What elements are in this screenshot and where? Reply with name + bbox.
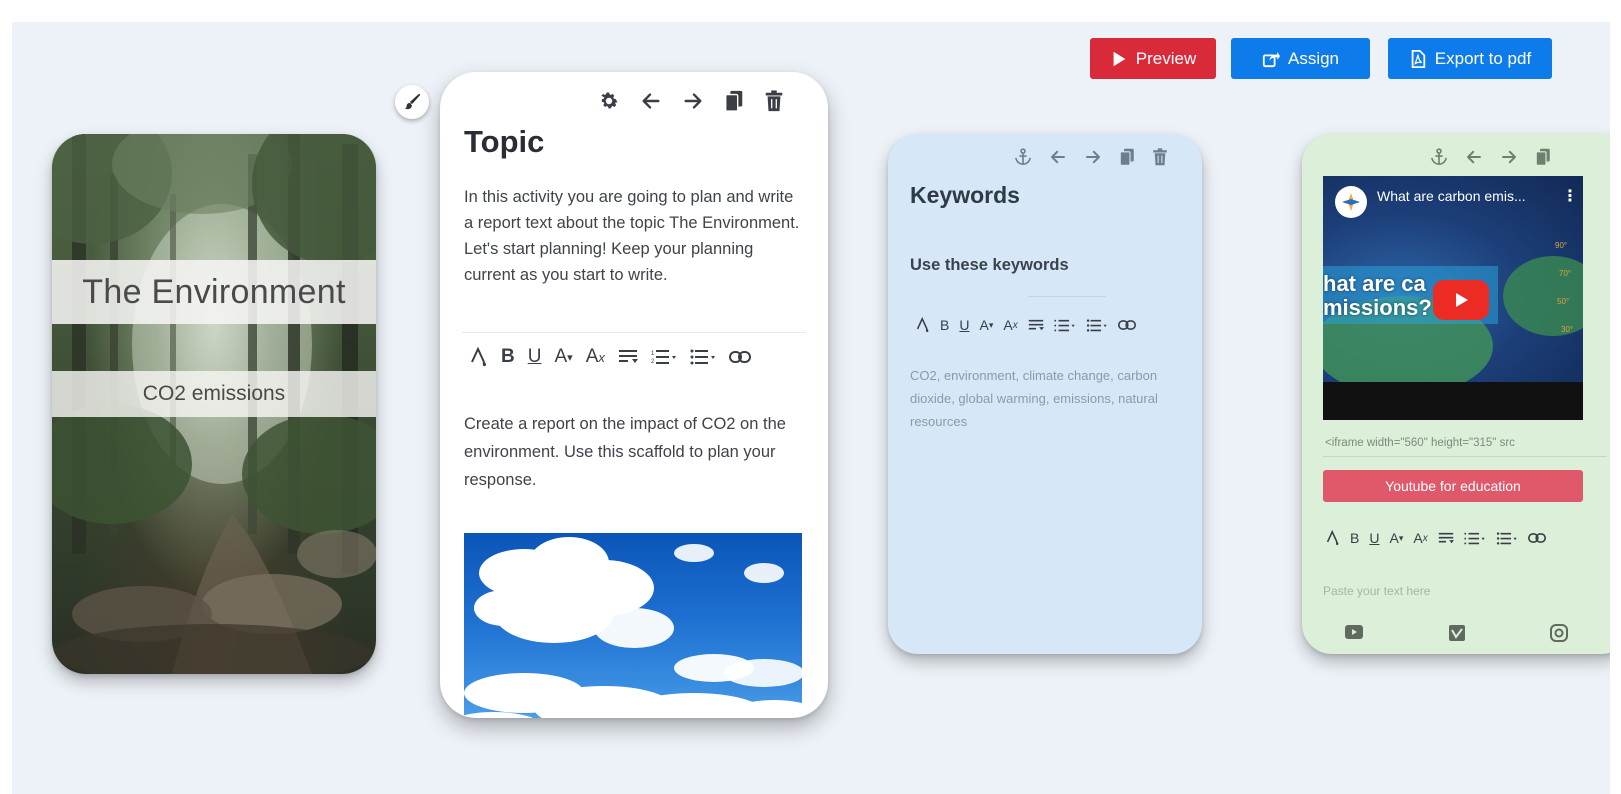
arrow-right-icon[interactable] [1084,148,1102,166]
arrow-left-icon[interactable] [1049,148,1067,166]
export-pdf-button[interactable]: Export to pdf [1388,38,1552,79]
cover-title: The Environment [52,260,376,324]
topic-card[interactable]: Topic In this activity you are going to … [440,72,828,718]
svg-text:90°: 90° [1555,241,1567,250]
ordered-list-icon[interactable] [1054,319,1076,332]
topic-editor-toolbar: B U A ▾ Ax 12 [470,346,751,368]
clear-format-icon[interactable]: Ax [1003,317,1017,333]
link-icon[interactable] [1527,532,1546,544]
editor-canvas: Preview Assign Export to pdf The Environ… [12,22,1610,794]
bold-icon[interactable]: B [501,346,515,368]
bold-icon[interactable]: B [940,317,949,333]
svg-text:50°: 50° [1557,297,1569,306]
divider [1028,296,1106,297]
font-size-letter: A [979,317,989,333]
topic-title: Topic [464,124,545,159]
clear-format-letter: A [1003,317,1013,333]
text-color-icon[interactable] [470,347,488,367]
instagram-icon[interactable] [1550,624,1568,647]
video-card-tools [1430,148,1551,166]
keywords-subtitle[interactable]: Use these keywords [910,256,1069,275]
vimeo-icon[interactable] [1448,624,1466,647]
font-size-letter: A [1389,530,1399,546]
play-icon [1113,51,1126,66]
youtube-for-education-button[interactable]: Youtube for education [1323,470,1583,502]
svg-text:70°: 70° [1559,269,1571,278]
paste-text-placeholder[interactable]: Paste your text here [1323,584,1430,598]
unordered-list-icon[interactable] [690,349,716,365]
underline-icon[interactable]: U [1369,530,1379,546]
font-size-letter: A [554,346,568,367]
arrow-left-icon[interactable] [1465,148,1483,166]
youtube-player[interactable]: 90° 70° 50° 30° What are carbon emis... … [1323,176,1583,420]
unordered-list-icon[interactable] [1086,318,1108,332]
video-card[interactable]: 90° 70° 50° 30° What are carbon emis... … [1302,134,1610,654]
style-brush-button[interactable] [395,85,429,119]
brush-icon [404,93,421,110]
trash-icon[interactable] [1152,148,1168,166]
divider [462,332,806,333]
more-options-icon[interactable]: ⋮ [1562,186,1578,206]
arrow-left-icon[interactable] [640,90,662,112]
arrow-right-icon[interactable] [682,90,704,112]
font-size-icon[interactable]: A ▾ [979,317,993,333]
link-icon[interactable] [728,350,751,364]
topic-card-tools [598,90,784,112]
youtube-icon[interactable] [1344,624,1364,647]
preview-button[interactable]: Preview [1090,38,1216,79]
topic-prompt-text[interactable]: Create a report on the impact of CO2 on … [464,410,809,494]
video-title[interactable]: What are carbon emis... [1377,188,1526,204]
text-color-icon[interactable] [1326,530,1340,546]
video-editor-toolbar: B U A ▾ Ax [1326,530,1546,546]
trash-icon[interactable] [764,90,784,112]
preview-label: Preview [1135,48,1197,68]
clear-format-icon[interactable]: Ax [1413,530,1427,546]
keywords-list[interactable]: CO2, environment, climate change, carbon… [910,364,1158,433]
play-icon [1456,293,1468,307]
anchor-icon[interactable] [1014,148,1032,166]
embed-code-input[interactable] [1323,430,1607,457]
clear-format-letter: A [585,346,599,367]
assign-button[interactable]: Assign [1231,38,1370,79]
copy-icon[interactable] [1119,148,1135,166]
keywords-title: Keywords [910,182,1020,208]
assign-label: Assign [1287,48,1340,68]
keywords-editor-toolbar: B U A ▾ Ax [916,317,1136,333]
ordered-list-icon[interactable]: 12 [651,349,677,365]
keywords-card[interactable]: Keywords Use these keywords B U A ▾ Ax C… [888,134,1202,654]
sky-image [464,533,802,718]
ordered-list-icon[interactable] [1464,532,1486,545]
clear-format-letter: A [1413,530,1423,546]
keywords-card-tools [1014,148,1168,166]
svg-text:1: 1 [651,351,655,357]
channel-logo[interactable] [1335,186,1367,218]
pdf-file-icon [1411,49,1425,68]
svg-text:30°: 30° [1561,325,1573,334]
export-label: Export to pdf [1434,48,1532,68]
unordered-list-icon[interactable] [1496,531,1518,545]
font-size-icon[interactable]: A ▾ [1389,530,1403,546]
svg-text:2: 2 [651,359,655,365]
underline-icon[interactable]: U [528,346,542,368]
bold-icon[interactable]: B [1350,530,1359,546]
text-color-icon[interactable] [916,317,930,333]
paragraph-icon[interactable] [1028,319,1044,332]
clear-format-icon[interactable]: Ax [586,346,605,368]
share-icon [1262,51,1280,67]
copy-icon[interactable] [724,90,744,112]
video-source-icons [1344,624,1568,647]
cover-card[interactable]: The Environment CO2 emissions [52,134,376,674]
arrow-right-icon[interactable] [1500,148,1518,166]
paragraph-icon[interactable] [618,349,638,365]
copy-icon[interactable] [1535,148,1551,166]
anchor-icon[interactable] [1430,148,1448,166]
font-size-icon[interactable]: A ▾ [554,346,572,368]
paragraph-icon[interactable] [1438,532,1454,545]
cover-subtitle: CO2 emissions [52,371,376,417]
link-icon[interactable] [1117,319,1136,331]
topic-intro-text[interactable]: In this activity you are going to plan a… [464,184,804,288]
play-button[interactable] [1433,280,1489,320]
underline-icon[interactable]: U [959,317,969,333]
gear-icon[interactable] [598,90,620,112]
